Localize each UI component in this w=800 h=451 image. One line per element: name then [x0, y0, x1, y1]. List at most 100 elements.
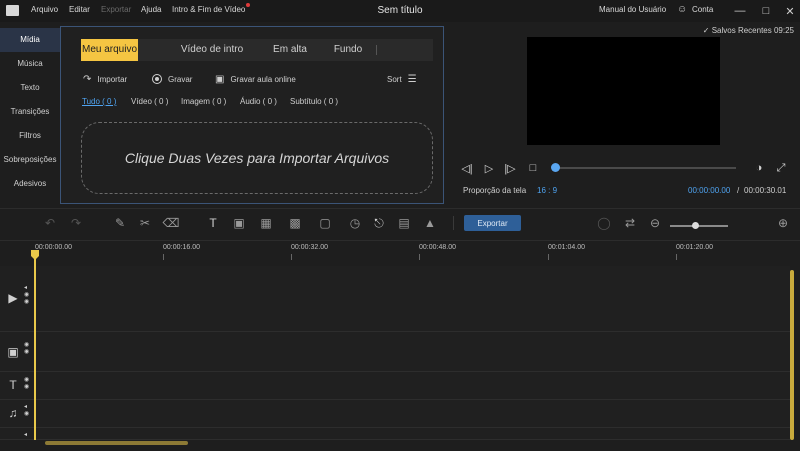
app-logo-icon	[6, 5, 19, 16]
overlay-track-icon: ▣	[7, 345, 19, 359]
menu-intro-fim[interactable]: Intro & Fim de Vídeo	[172, 5, 245, 14]
zoom-slider[interactable]	[670, 225, 728, 227]
sidebar-item-sobreposicoes[interactable]: Sobreposições	[0, 148, 60, 172]
sidebar-item-musica[interactable]: Música	[0, 52, 60, 76]
menu-editar[interactable]: Editar	[69, 5, 90, 14]
zoom-frame-icon[interactable]: ▦	[257, 214, 275, 232]
aspect-value[interactable]: 16 : 9	[537, 186, 557, 195]
volume-icon[interactable]: ◑	[751, 160, 767, 176]
shield-icon[interactable]: ◯	[595, 214, 613, 232]
ruler-tick	[676, 254, 677, 260]
import-dropzone[interactable]: Clique Duas Vezes para Importar Arquivos	[81, 122, 433, 194]
music-track-icon: ♫	[8, 406, 18, 420]
filter-subtitulo[interactable]: Subtítulo ( 0 )	[290, 97, 338, 106]
sidebar-item-texto[interactable]: Texto	[0, 76, 60, 100]
mosaic-icon[interactable]: ▩	[286, 214, 304, 232]
record-icon	[152, 74, 162, 84]
fit-timeline-icon[interactable]: ⇄	[621, 214, 639, 232]
fullscreen-icon[interactable]: ⤢	[773, 160, 789, 176]
freeze-frame-icon[interactable]: ▢	[316, 214, 334, 232]
ruler-tick	[419, 254, 420, 260]
overlay-track[interactable]	[0, 332, 790, 372]
time-separator: /	[737, 186, 740, 195]
sidebar-item-transicoes[interactable]: Transições	[0, 100, 60, 124]
seek-knob[interactable]	[551, 163, 560, 172]
play-icon[interactable]: ▷	[481, 160, 497, 176]
microphone-icon[interactable]: ⎋	[370, 214, 388, 232]
time-current: 00:00:00.00	[688, 186, 731, 195]
tab-divider	[376, 45, 377, 55]
seek-bar[interactable]	[556, 167, 736, 169]
zoom-slider-knob[interactable]	[692, 222, 699, 229]
track-controls[interactable]: ◂ ◉ ◉	[24, 285, 29, 306]
color-fill-icon[interactable]: ▲	[421, 214, 439, 232]
check-icon: ✓	[702, 26, 710, 35]
ruler-label: 00:00:16.00	[163, 244, 200, 251]
dropzone-text: Clique Duas Vezes para Importar Arquivos	[124, 150, 390, 166]
export-button[interactable]: Exportar	[464, 215, 521, 231]
stop-icon[interactable]: □	[525, 160, 541, 176]
redo-icon[interactable]: ↷	[67, 214, 85, 232]
crop-icon[interactable]: ▣	[230, 214, 248, 232]
ruler-label: 00:01:20.00	[676, 244, 713, 251]
text-track[interactable]	[0, 372, 790, 400]
prev-frame-icon[interactable]: ◁|	[459, 160, 475, 176]
import-button[interactable]: ↷ Importar	[83, 72, 127, 86]
record-online-button[interactable]: ▣ Gravar aula online	[215, 72, 296, 86]
cut-icon[interactable]: ✂	[136, 214, 154, 232]
zoom-out-icon[interactable]: ⊖	[646, 214, 664, 232]
undo-icon[interactable]: ↶	[41, 214, 59, 232]
filter-audio[interactable]: Áudio ( 0 )	[240, 97, 277, 106]
monitor-icon: ▣	[215, 73, 225, 85]
track-controls[interactable]: ◉ ◉	[24, 342, 29, 356]
maximize-icon[interactable]: □	[758, 3, 774, 19]
filter-video[interactable]: Vídeo ( 0 )	[131, 97, 168, 106]
filter-tudo[interactable]: Tudo ( 0 )	[82, 97, 116, 106]
track-controls[interactable]: ◂	[24, 432, 27, 439]
preview-screen	[527, 37, 720, 145]
account-link[interactable]: Conta	[692, 5, 713, 14]
screen-record-icon[interactable]: ▤	[395, 214, 413, 232]
user-icon: ☺	[677, 4, 688, 15]
tab-meu-arquivo[interactable]: Meu arquivo	[81, 39, 138, 61]
audio-track[interactable]	[0, 400, 790, 428]
video-track[interactable]	[0, 266, 790, 332]
delete-icon[interactable]: ⌫	[162, 214, 180, 232]
tab-video-intro[interactable]: Vídeo de intro	[168, 39, 256, 61]
extra-audio-track[interactable]	[0, 428, 790, 440]
zoom-in-icon[interactable]: ⊕	[774, 214, 792, 232]
sidebar-item-adesivos[interactable]: Adesivos	[0, 172, 60, 196]
record-button[interactable]: Gravar	[152, 72, 192, 86]
sort-button[interactable]: Sort ☰	[387, 72, 417, 86]
ruler-tick	[163, 254, 164, 260]
vertical-scrollbar[interactable]	[790, 270, 794, 440]
horizontal-scrollbar[interactable]	[45, 441, 188, 445]
saved-text: Salvos Recentes 09:25	[711, 26, 794, 35]
tab-fundo[interactable]: Fundo	[325, 39, 371, 61]
ruler-label: 00:01:04.00	[548, 244, 585, 251]
speed-icon[interactable]: ◷	[346, 214, 364, 232]
filter-imagem[interactable]: Imagem ( 0 )	[181, 97, 226, 106]
time-total: 00:00:30.01	[744, 186, 787, 195]
close-icon[interactable]: ✕	[782, 3, 798, 19]
record-label: Gravar	[168, 74, 193, 84]
ruler-tick	[548, 254, 549, 260]
tab-em-alta[interactable]: Em alta	[264, 39, 316, 61]
text-tool-icon[interactable]: T	[204, 214, 222, 232]
track-controls[interactable]: ◂ ◉	[24, 404, 29, 418]
record-online-label: Gravar aula online	[230, 74, 296, 84]
user-manual-link[interactable]: Manual do Usuário	[599, 5, 666, 14]
playhead[interactable]	[34, 250, 36, 440]
next-frame-icon[interactable]: |▷	[502, 160, 518, 176]
sidebar-item-filtros[interactable]: Filtros	[0, 124, 60, 148]
minimize-icon[interactable]: —	[732, 3, 748, 19]
track-controls[interactable]: ◉ ◉	[24, 377, 29, 391]
import-icon: ↷	[83, 73, 92, 85]
ruler-label: 00:00:48.00	[419, 244, 456, 251]
sidebar-item-midia[interactable]: Mídia	[0, 28, 60, 52]
menu-ajuda[interactable]: Ajuda	[141, 5, 161, 14]
video-track-icon: ▶	[8, 291, 18, 305]
edit-icon[interactable]: ✎	[111, 214, 129, 232]
sort-label: Sort	[387, 74, 402, 84]
menu-arquivo[interactable]: Arquivo	[31, 5, 58, 14]
